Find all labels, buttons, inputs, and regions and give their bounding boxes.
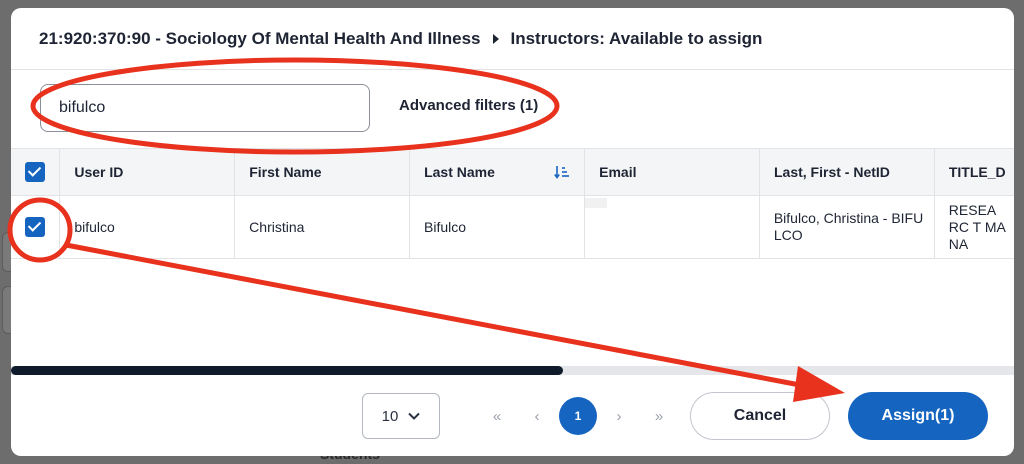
row-select-checkbox[interactable] <box>25 217 46 237</box>
cell-last-name: Bifulco <box>410 196 586 258</box>
select-all-cell <box>11 149 61 195</box>
cell-email <box>585 196 760 258</box>
cell-user-id: bifulco <box>60 196 236 258</box>
last-page-icon[interactable]: » <box>639 408 679 425</box>
column-header-last-name[interactable]: Last Name <box>410 149 586 195</box>
table-row[interactable]: bifulco Christina Bifulco Bifulco, Chris… <box>11 196 1014 259</box>
instructors-table: User ID First Name Last Name Email Last,… <box>11 148 1014 259</box>
pagination: « ‹ 1 › » <box>477 397 679 435</box>
advanced-filters-link[interactable]: Advanced filters (1) <box>399 97 538 114</box>
row-select-cell <box>11 196 61 258</box>
filter-bar: Advanced filters (1) <box>11 71 1014 147</box>
cell-first-name: Christina <box>235 196 410 258</box>
breadcrumb-section: Instructors: Available to assign <box>510 28 763 48</box>
page-size-value: 10 <box>381 407 399 425</box>
cell-netid: Bifulco, Christina - BIFULCO <box>760 196 935 258</box>
column-header-user-id[interactable]: User ID <box>60 149 236 195</box>
column-header-last-name-label: Last Name <box>424 164 495 180</box>
sort-ascending-icon[interactable] <box>554 164 570 180</box>
column-header-netid[interactable]: Last, First - NetID <box>760 149 935 195</box>
page-number-current[interactable]: 1 <box>559 397 597 435</box>
scrollbar-thumb[interactable] <box>11 366 563 375</box>
column-header-email[interactable]: Email <box>585 149 760 195</box>
email-placeholder-mark <box>585 198 608 208</box>
select-all-checkbox[interactable] <box>25 162 46 182</box>
first-page-icon[interactable]: « <box>477 408 517 425</box>
column-header-first-name[interactable]: First Name <box>235 149 411 195</box>
cell-title: RESEARC T MANA <box>948 201 1006 252</box>
next-page-icon[interactable]: › <box>599 408 639 425</box>
chevron-down-icon <box>408 412 421 420</box>
column-header-title[interactable]: TITLE_D <box>935 149 1014 195</box>
table-header-row: User ID First Name Last Name Email Last,… <box>11 148 1014 196</box>
previous-page-icon[interactable]: ‹ <box>517 408 557 425</box>
assign-instructors-modal: 21:920:370:90 - Sociology Of Mental Heal… <box>11 8 1014 456</box>
modal-header: 21:920:370:90 - Sociology Of Mental Heal… <box>11 8 1014 70</box>
caret-right-icon <box>492 33 499 44</box>
modal-footer: 10 « ‹ 1 › » Cancel Assign(1) <box>11 386 1014 456</box>
breadcrumb-course[interactable]: 21:920:370:90 - Sociology Of Mental Heal… <box>39 29 481 49</box>
horizontal-scrollbar[interactable] <box>11 366 1014 375</box>
search-input[interactable] <box>40 84 370 132</box>
page-size-select[interactable]: 10 <box>362 393 440 439</box>
cancel-button[interactable]: Cancel <box>690 392 830 440</box>
assign-button[interactable]: Assign(1) <box>848 392 988 440</box>
